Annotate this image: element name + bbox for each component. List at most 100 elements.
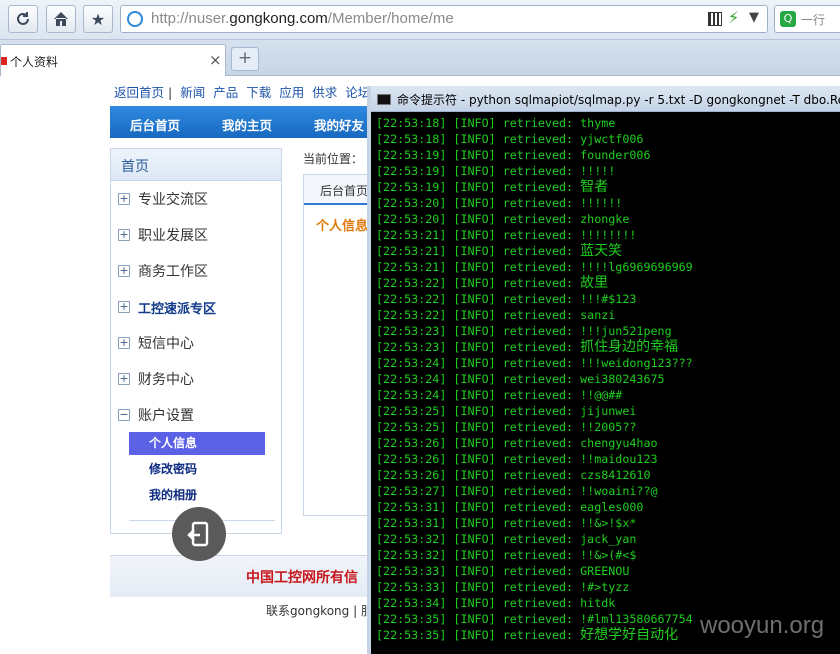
- nav-my-homepage[interactable]: 我的主页: [222, 115, 272, 134]
- log-message: retrieved:: [502, 596, 574, 610]
- url-text[interactable]: http://nuser.gongkong.com/Member/home/me: [151, 10, 454, 27]
- lightning-icon[interactable]: ⚡: [728, 8, 739, 27]
- log-level: [INFO]: [453, 452, 496, 466]
- log-time: [22:53:34]: [376, 596, 447, 610]
- log-level: [INFO]: [453, 404, 496, 418]
- log-message: retrieved:: [502, 228, 574, 242]
- log-time: [22:53:26]: [376, 452, 447, 466]
- log-level: [INFO]: [453, 612, 496, 626]
- search-engine-icon[interactable]: Q: [780, 11, 796, 27]
- log-time: [22:53:33]: [376, 580, 447, 594]
- console-line: [22:53:21] [INFO] retrieved: !!!!lg69696…: [376, 259, 693, 275]
- nav-link-download[interactable]: 下载: [246, 85, 271, 100]
- log-message: retrieved:: [502, 516, 574, 530]
- new-tab-button[interactable]: +: [231, 47, 259, 71]
- address-bar[interactable]: http://nuser.gongkong.com/Member/home/me…: [120, 5, 768, 33]
- log-value: jijunwei: [580, 404, 637, 418]
- nav-link-home[interactable]: 返回首页: [114, 85, 164, 100]
- sidebar-item-career[interactable]: + 职业发展区: [118, 224, 208, 246]
- switch-device-icon[interactable]: [172, 507, 226, 561]
- log-value: !!&>(#<$: [580, 548, 637, 562]
- collapse-icon[interactable]: −: [118, 409, 130, 421]
- expand-icon[interactable]: +: [118, 373, 130, 385]
- sidebar-item-professional[interactable]: + 专业交流区: [118, 188, 208, 210]
- log-time: [22:53:18]: [376, 116, 447, 130]
- log-level: [INFO]: [453, 292, 496, 306]
- search-text[interactable]: 一行: [801, 11, 825, 28]
- nav-my-friends[interactable]: 我的好友: [314, 115, 364, 134]
- console-line: [22:53:32] [INFO] retrieved: !!&>(#<$: [376, 547, 693, 563]
- sidebar-sub-profile[interactable]: 个人信息: [129, 432, 265, 455]
- console-line: [22:53:21] [INFO] retrieved: 蓝天笑: [376, 243, 693, 259]
- expand-icon[interactable]: +: [118, 301, 130, 313]
- log-value: !!!!lg6969696969: [580, 260, 693, 274]
- log-message: retrieved:: [502, 612, 574, 626]
- nav-separator: |: [168, 85, 173, 100]
- console-output: [22:53:18] [INFO] retrieved: thyme [22:53…: [376, 115, 693, 643]
- sidebar-item-account[interactable]: − 账户设置: [118, 404, 194, 426]
- console-line: [22:53:25] [INFO] retrieved: jijunwei: [376, 403, 693, 419]
- tab-admin-home[interactable]: 后台首页: [304, 175, 372, 205]
- console-line: [22:53:32] [INFO] retrieved: jack_yan: [376, 531, 693, 547]
- console-line: [22:53:26] [INFO] retrieved: czs8412610: [376, 467, 693, 483]
- sidebar-item-finance[interactable]: + 财务中心: [118, 368, 194, 390]
- log-level: [INFO]: [453, 356, 496, 370]
- nav-link-supply[interactable]: 供求: [312, 85, 337, 100]
- log-level: [INFO]: [453, 132, 496, 146]
- home-icon[interactable]: [46, 5, 76, 33]
- chevron-down-icon[interactable]: ▼: [749, 10, 759, 25]
- log-time: [22:53:25]: [376, 404, 447, 418]
- console-line: [22:53:20] [INFO] retrieved: zhongke: [376, 211, 693, 227]
- tab-profile[interactable]: 个人资料 ×: [0, 44, 226, 76]
- sidebar-sub-password[interactable]: 修改密码: [129, 458, 265, 481]
- qr-code-icon[interactable]: [708, 12, 722, 26]
- nav-link-news[interactable]: 新闻: [180, 85, 205, 100]
- log-level: [INFO]: [453, 260, 496, 274]
- sidebar-sub-album[interactable]: 我的相册: [129, 484, 265, 507]
- log-time: [22:53:31]: [376, 516, 447, 530]
- footer-links[interactable]: 联系gongkong | 服: [266, 602, 373, 619]
- sidebar-item-express[interactable]: + 工控速派专区: [118, 296, 216, 318]
- console-line: [22:53:27] [INFO] retrieved: !!woaini??@: [376, 483, 693, 499]
- star-icon[interactable]: ★: [83, 5, 113, 33]
- log-value: !!!!!!!!: [580, 228, 637, 242]
- console-window[interactable]: 命令提示符 - python sqlmapiot/sqlmap.py -r 5.…: [367, 86, 840, 654]
- log-message: retrieved:: [502, 372, 574, 386]
- log-message: retrieved:: [502, 468, 574, 482]
- log-value: 好想学好自动化: [580, 627, 679, 643]
- log-time: [22:53:26]: [376, 468, 447, 482]
- console-line: [22:53:18] [INFO] retrieved: thyme: [376, 115, 693, 131]
- log-value: 故里: [580, 275, 609, 291]
- expand-icon[interactable]: +: [118, 193, 130, 205]
- expand-icon[interactable]: +: [118, 265, 130, 277]
- nav-link-apps[interactable]: 应用: [279, 85, 304, 100]
- log-value: !!!weidong123???: [580, 356, 693, 370]
- log-value: 蓝天笑: [580, 243, 623, 259]
- sidebar-item-label: 短信中心: [138, 336, 194, 352]
- log-message: retrieved:: [502, 308, 574, 322]
- log-value: yjwctf006: [580, 132, 644, 146]
- log-message: retrieved:: [502, 340, 574, 354]
- expand-icon[interactable]: +: [118, 229, 130, 241]
- nav-admin-home[interactable]: 后台首页: [130, 115, 180, 134]
- console-title-bar[interactable]: 命令提示符 - python sqlmapiot/sqlmap.py -r 5.…: [371, 86, 840, 112]
- tab-title: 个人资料: [10, 55, 59, 69]
- log-message: retrieved:: [502, 500, 574, 514]
- log-level: [INFO]: [453, 484, 496, 498]
- sidebar-item-sms[interactable]: + 短信中心: [118, 332, 194, 354]
- sidebar-home[interactable]: 首页: [111, 149, 281, 181]
- log-value: GREENOU: [580, 564, 630, 578]
- sidebar-item-business[interactable]: + 商务工作区: [118, 260, 208, 282]
- log-time: [22:53:35]: [376, 612, 447, 626]
- log-time: [22:53:21]: [376, 244, 447, 258]
- sidebar-item-label: 账户设置: [138, 408, 194, 424]
- expand-icon[interactable]: +: [118, 337, 130, 349]
- log-time: [22:53:23]: [376, 324, 447, 338]
- log-value: sanzi: [580, 308, 616, 322]
- nav-link-products[interactable]: 产品: [213, 85, 238, 100]
- refresh-icon[interactable]: [8, 5, 38, 33]
- search-box[interactable]: Q 一行: [774, 5, 840, 33]
- console-line: [22:53:31] [INFO] retrieved: !!&>!$x*: [376, 515, 693, 531]
- close-icon[interactable]: ×: [209, 51, 222, 69]
- log-value: jack_yan: [580, 532, 637, 546]
